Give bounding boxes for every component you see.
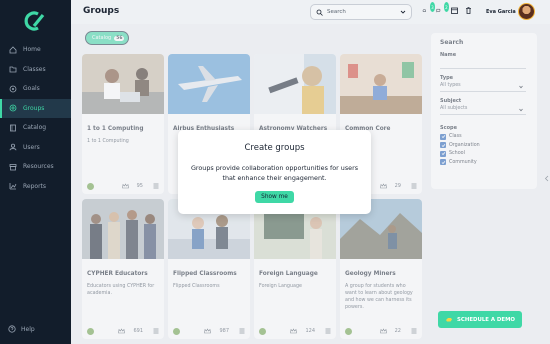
avatar[interactable] xyxy=(518,3,535,20)
message-icon[interactable]: 2 xyxy=(436,2,449,16)
create-groups-modal: Create groups Groups provide collaborati… xyxy=(178,130,371,214)
modal-body: Groups provide collaboration opportuniti… xyxy=(190,164,359,182)
modal-title: Create groups xyxy=(244,143,305,153)
logo-icon[interactable] xyxy=(24,10,46,32)
help-link[interactable]: Help xyxy=(8,325,35,333)
sidebar-item-label: Reports xyxy=(23,182,47,190)
notification-badge: 3 xyxy=(429,2,435,12)
schedule-demo-label: SCHEDULE A DEMO xyxy=(456,316,516,323)
chevron-down-icon[interactable] xyxy=(399,8,407,18)
help-label: Help xyxy=(21,325,35,333)
message-badge: 2 xyxy=(443,2,449,12)
home-icon xyxy=(8,45,18,55)
search-icon xyxy=(316,9,323,16)
header-icons: 3 2 xyxy=(422,2,474,16)
sidebar-item-goals[interactable]: Goals xyxy=(0,79,71,99)
sidebar-nav: Home Classes Goals Groups Catalog Users … xyxy=(0,40,71,196)
archive-icon xyxy=(8,162,18,172)
sidebar-item-reports[interactable]: Reports xyxy=(0,177,71,197)
sidebar-item-label: Goals xyxy=(23,85,40,93)
sidebar-item-resources[interactable]: Resources xyxy=(0,157,71,177)
sidebar-item-label: Resources xyxy=(23,163,54,171)
page-title: Groups xyxy=(83,6,120,16)
sidebar: Home Classes Goals Groups Catalog Users … xyxy=(0,0,71,344)
sidebar-item-users[interactable]: Users xyxy=(0,138,71,158)
user-name[interactable]: Eva Garcia xyxy=(486,9,516,15)
sidebar-item-home[interactable]: Home xyxy=(0,40,71,60)
book-icon xyxy=(8,123,18,133)
sidebar-item-groups[interactable]: Groups xyxy=(0,98,71,118)
sidebar-item-catalog[interactable]: Catalog xyxy=(0,118,71,138)
sidebar-item-label: Classes xyxy=(23,65,46,73)
user-icon xyxy=(8,142,18,152)
group-icon xyxy=(8,103,18,113)
trash-icon[interactable] xyxy=(464,6,474,16)
notification-icon[interactable]: 3 xyxy=(422,2,435,16)
search-input[interactable]: Search xyxy=(310,4,412,20)
chart-icon xyxy=(8,181,18,191)
sidebar-item-label: Groups xyxy=(23,104,45,112)
sidebar-item-classes[interactable]: Classes xyxy=(0,60,71,80)
question-icon xyxy=(8,325,16,333)
folder-icon xyxy=(8,64,18,74)
schedule-demo-button[interactable]: SCHEDULE A DEMO xyxy=(438,311,522,328)
target-icon xyxy=(8,84,18,94)
sidebar-item-label: Home xyxy=(23,46,41,54)
sidebar-item-label: Catalog xyxy=(23,124,47,132)
search-label: Search xyxy=(327,9,346,15)
calendar-icon[interactable] xyxy=(450,6,460,16)
sidebar-item-label: Users xyxy=(23,143,40,151)
hand-icon xyxy=(445,316,453,323)
show-me-button[interactable]: Show me xyxy=(255,191,294,203)
